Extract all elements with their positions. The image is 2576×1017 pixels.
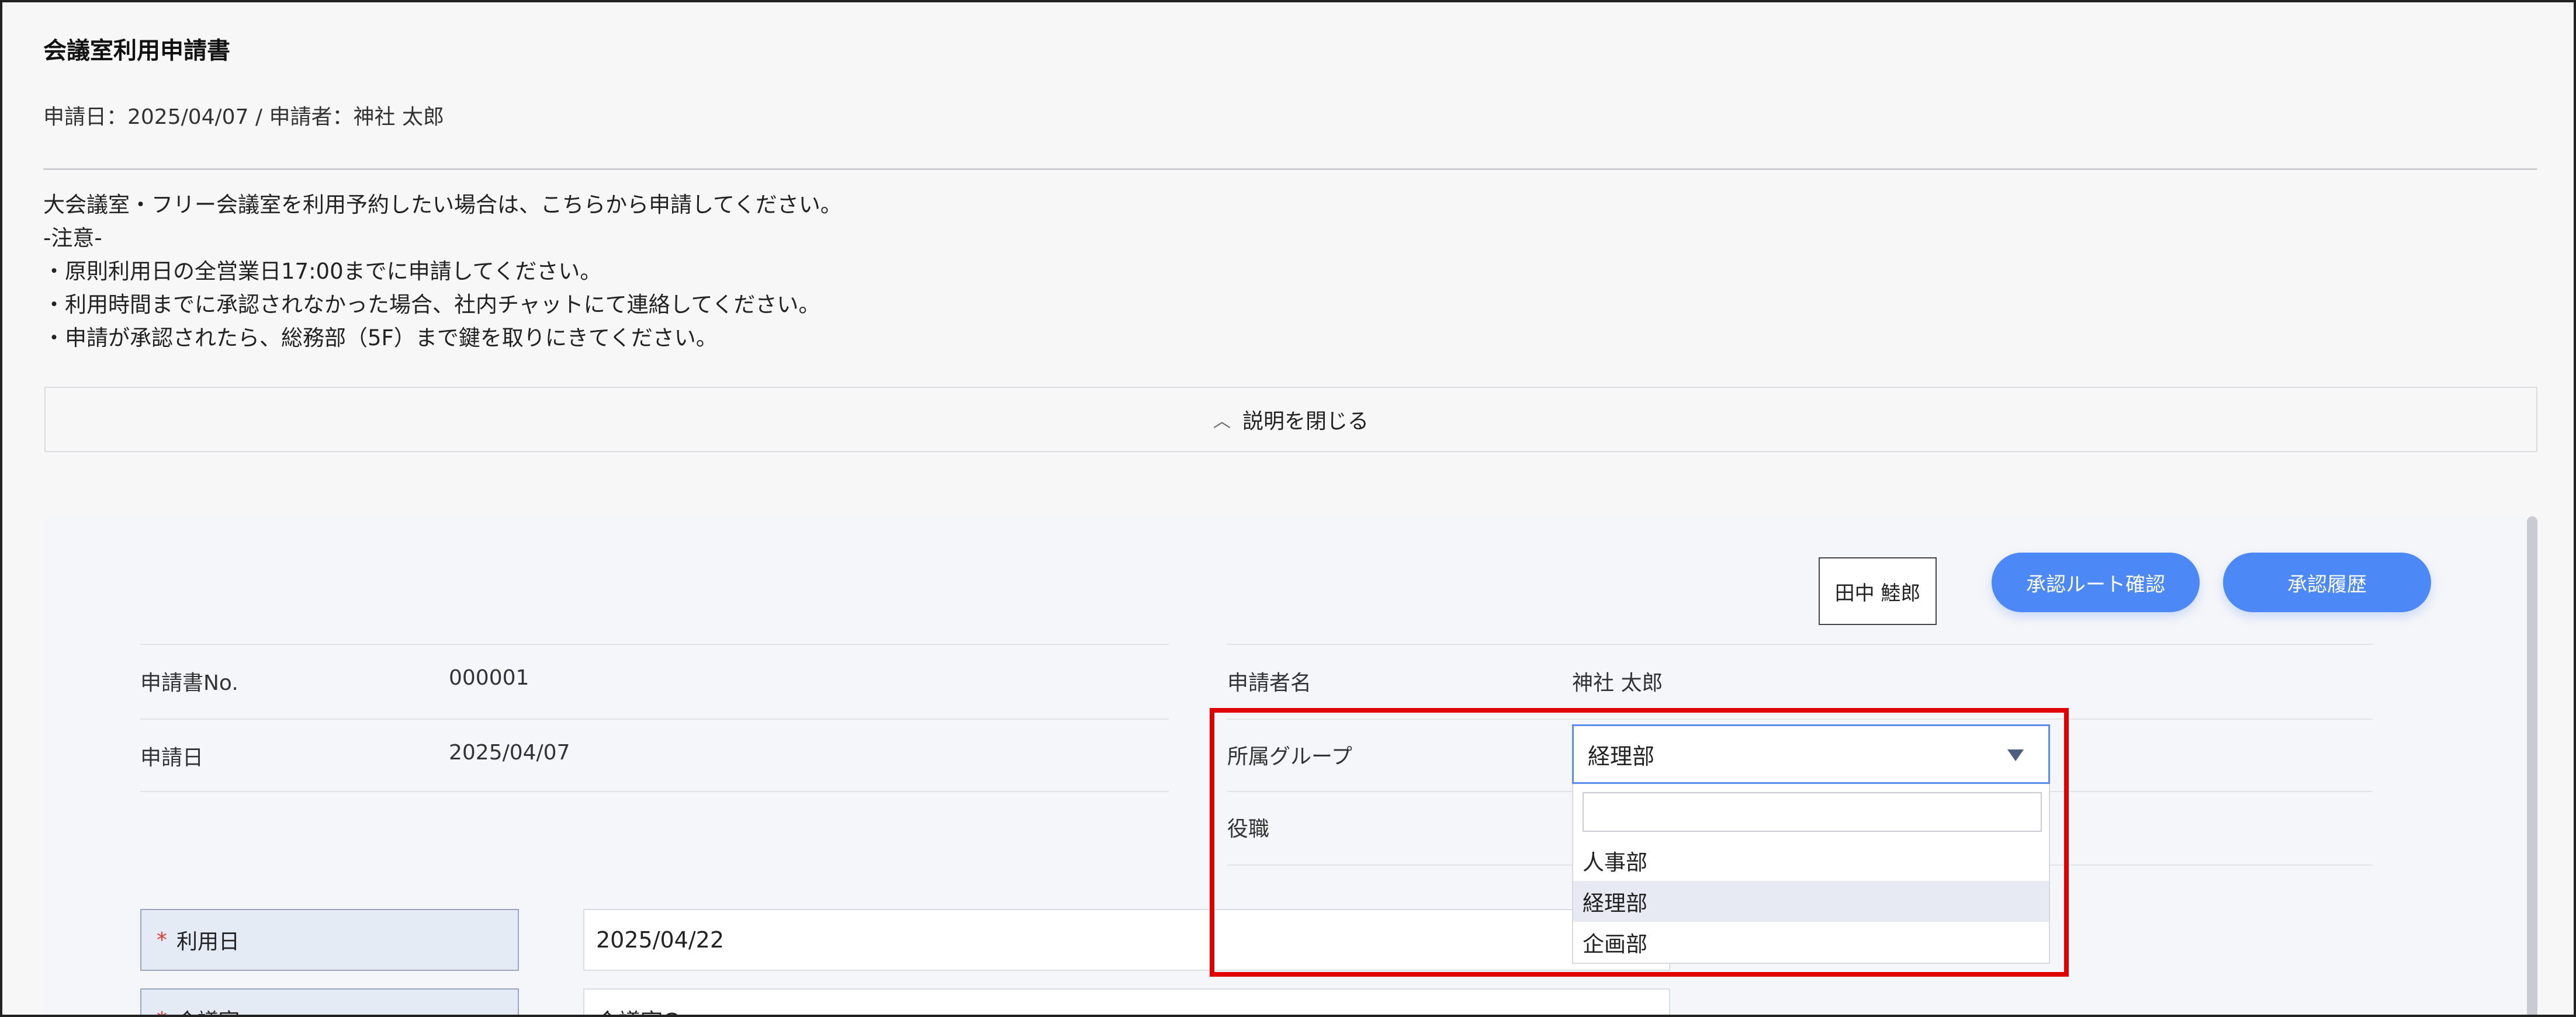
approval-history-button[interactable]: 承認履歴 xyxy=(2223,553,2431,612)
row-divider xyxy=(140,791,1169,792)
doc-no-label: 申請書No. xyxy=(140,671,238,695)
application-page: 会議室利用申請書 申請日：2025/04/07 / 申請者：神社 太郎 大会議室… xyxy=(0,0,2576,1017)
room-select-value: 会議室C xyxy=(596,1004,678,1015)
use-date-label: * 利用日 xyxy=(140,909,519,971)
description-line: -注意- xyxy=(43,225,102,251)
row-divider xyxy=(140,719,1169,720)
row-divider xyxy=(140,644,1169,645)
description-line: ・申請が承認されたら、総務部（5F）まで鍵を取りにきてください。 xyxy=(43,325,718,350)
row-divider xyxy=(1227,644,2373,645)
chevron-up-icon: ︿ xyxy=(1213,411,1231,432)
applicant-label: 申請者名 xyxy=(1227,671,1312,695)
description-block: 大会議室・フリー会議室を利用予約したい場合は、こちらから申請してください。 -注… xyxy=(43,188,842,355)
close-description-button[interactable]: ︿ 説明を閉じる xyxy=(44,387,2537,452)
description-line: 大会議室・フリー会議室を利用予約したい場合は、こちらから申請してください。 xyxy=(43,192,842,217)
room-label: * 会議室 xyxy=(140,988,519,1015)
use-date-label-text: 利用日 xyxy=(176,930,240,954)
date-value: 2025/04/07 xyxy=(449,741,570,765)
highlight-box xyxy=(1210,708,2069,977)
close-description-label: 説明を閉じる xyxy=(1242,409,1369,433)
description-line: ・利用時間までに承認されなかった場合、社内チャットにて連絡してください。 xyxy=(43,292,820,317)
description-line: ・原則利用日の全営業日17:00までに申請してください。 xyxy=(43,259,602,284)
scrollbar[interactable] xyxy=(2527,516,2537,1015)
approval-route-button[interactable]: 承認ルート確認 xyxy=(1992,553,2200,612)
header-divider xyxy=(43,168,2537,170)
date-label: 申請日 xyxy=(140,746,204,770)
page-meta: 申請日：2025/04/07 / 申請者：神社 太郎 xyxy=(43,105,444,129)
required-mark: * xyxy=(157,1008,167,1015)
room-label-text: 会議室 xyxy=(176,1004,240,1015)
room-select[interactable]: 会議室C xyxy=(583,988,1670,1015)
required-mark: * xyxy=(157,928,167,952)
doc-no-value: 000001 xyxy=(449,666,529,690)
applicant-value: 神社 太郎 xyxy=(1572,671,1663,695)
page-title: 会議室利用申請書 xyxy=(43,37,230,64)
approver-chip[interactable]: 田中 鯥郎 xyxy=(1819,557,1937,625)
